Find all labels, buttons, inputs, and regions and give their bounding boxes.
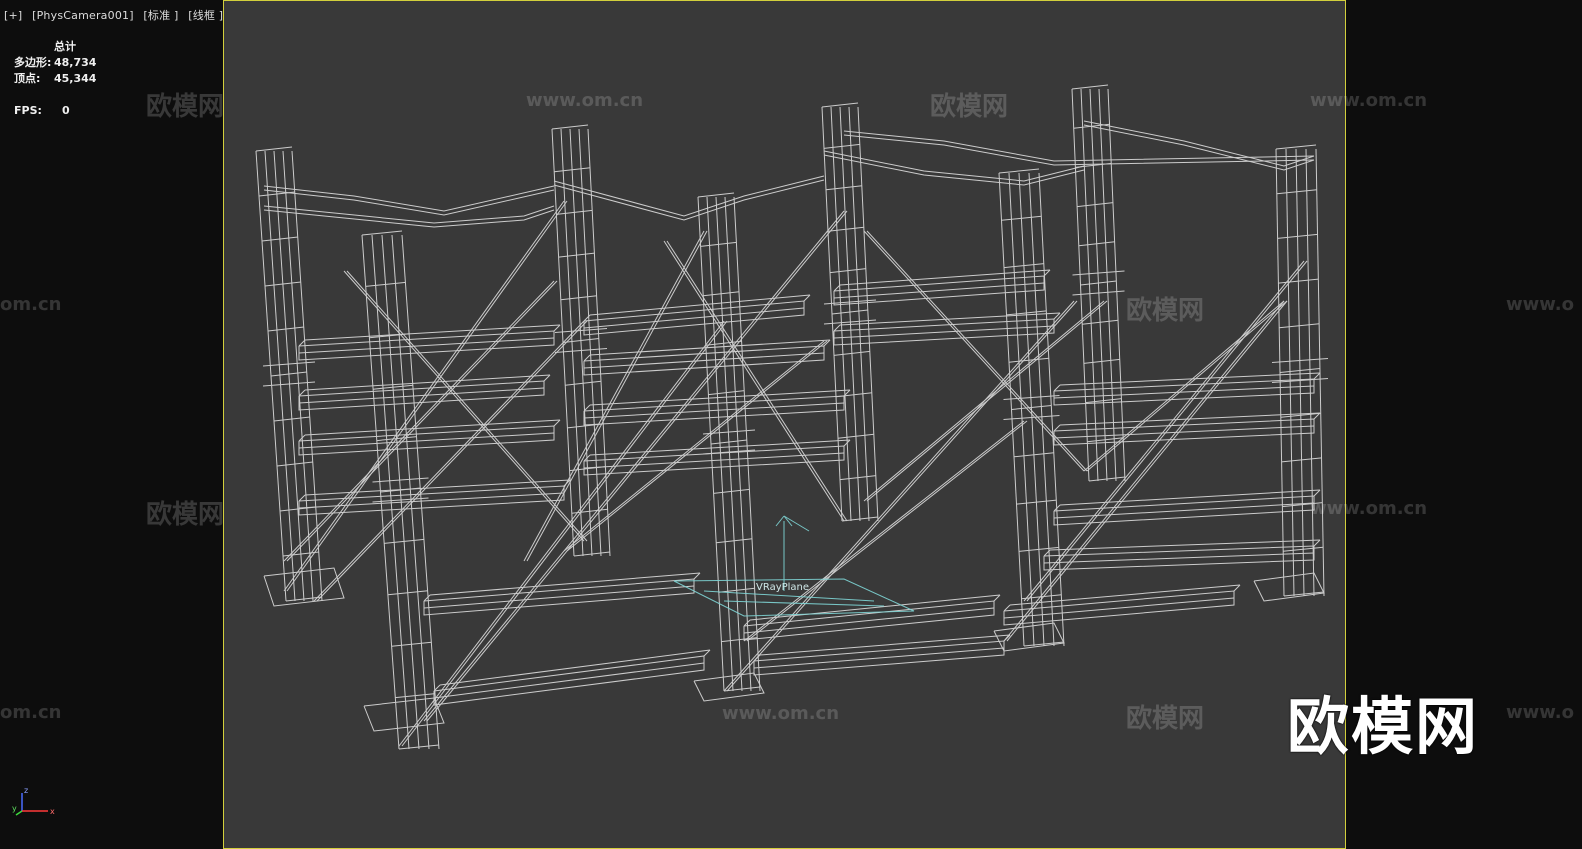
viewport-camera-label[interactable]: [PhysCamera001] bbox=[32, 9, 134, 22]
polys-label: 多边形: bbox=[14, 56, 52, 69]
watermark-url: www.om.cn bbox=[1310, 498, 1428, 519]
viewport-menu-button[interactable]: [+] bbox=[4, 9, 22, 22]
vray-plane-label[interactable]: VRayPlane bbox=[756, 582, 809, 593]
watermark-url: www.om.cn bbox=[526, 90, 644, 111]
watermark-url: www.o bbox=[1506, 294, 1574, 315]
watermark-url: om.cn bbox=[0, 702, 62, 723]
fps-value: 0 bbox=[62, 103, 70, 117]
watermark-url: om.cn bbox=[0, 294, 62, 315]
watermark-url: www.om.cn bbox=[1310, 90, 1428, 111]
watermark-logo: 欧模网 bbox=[930, 92, 1009, 122]
polys-value: 48,734 bbox=[54, 55, 97, 69]
viewport-shading-label[interactable]: [标准 ] bbox=[143, 9, 178, 22]
statistics-panel: 总计 多边形: 48,734 顶点: 45,344 FPS: 0 bbox=[14, 38, 96, 118]
fps-label: FPS: bbox=[14, 103, 42, 117]
verts-value: 45,344 bbox=[54, 71, 97, 85]
stats-header: 总计 bbox=[54, 40, 76, 53]
stats-fps: FPS: 0 bbox=[14, 102, 96, 118]
axis-z-label: z bbox=[24, 786, 28, 795]
watermark-logo: 欧模网 bbox=[146, 500, 225, 530]
axis-x-label: x bbox=[50, 807, 55, 816]
brand-logo: 欧模网 bbox=[1287, 690, 1480, 763]
axis-gizmo-icon: z x y bbox=[12, 786, 55, 816]
verts-label: 顶点: bbox=[14, 72, 41, 85]
watermark-logo: 欧模网 bbox=[1126, 296, 1205, 326]
watermark-url: www.om.cn bbox=[722, 703, 840, 724]
viewport-mode-label[interactable]: [线框 ] bbox=[188, 9, 223, 22]
stats-polys: 多边形: 48,734 bbox=[14, 54, 96, 70]
watermark-url: www.o bbox=[1506, 702, 1574, 723]
axis-y-label: y bbox=[12, 804, 17, 813]
viewport-label[interactable]: [+] [PhysCamera001] [标准 ] [线框 ] bbox=[4, 7, 229, 23]
watermark-logo: 欧模网 bbox=[1126, 704, 1205, 734]
stats-verts: 顶点: 45,344 bbox=[14, 70, 96, 86]
watermark-logo: 欧模网 bbox=[146, 92, 225, 122]
